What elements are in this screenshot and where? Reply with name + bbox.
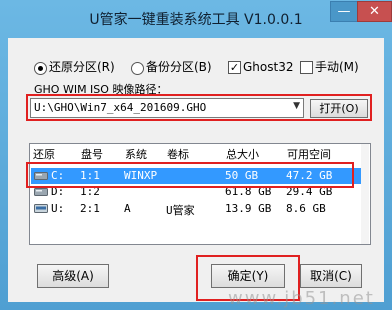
cell-drive: U:: [51, 202, 65, 215]
cell-disk: 2:1: [80, 202, 100, 215]
selected-row-highlight-box: [26, 162, 354, 188]
title-bar[interactable]: U管家一键重装系统工具 V1.0.0.1 — ✕: [0, 0, 392, 36]
path-highlight-box: [26, 94, 372, 121]
cell-free: 8.6 GB: [286, 202, 326, 215]
ghost32-label[interactable]: Ghost32: [243, 59, 293, 75]
column-header-free[interactable]: 可用空间: [287, 146, 331, 162]
table-row[interactable]: U: 2:1 A U管家 13.9 GB 8.6 GB: [31, 201, 369, 217]
column-header-disk[interactable]: 盘号: [81, 146, 103, 162]
column-header-restore[interactable]: 还原: [33, 146, 55, 162]
minimize-button[interactable]: —: [330, 1, 358, 22]
restore-radio[interactable]: [34, 62, 47, 75]
cancel-button[interactable]: 取消(C): [300, 264, 362, 288]
restore-option-label[interactable]: 还原分区(R): [49, 59, 115, 75]
partition-table[interactable]: 还原 盘号 系统 卷标 总大小 可用空间 C: 1:1 WINXP 50 GB …: [29, 143, 371, 245]
cell-label: U管家: [166, 204, 195, 217]
column-header-total[interactable]: 总大小: [226, 146, 259, 162]
manual-label[interactable]: 手动(M): [315, 59, 359, 75]
backup-radio[interactable]: [131, 62, 144, 75]
app-window: U管家一键重装系统工具 V1.0.0.1 — ✕ 还原分区(R) 备份分区(B)…: [0, 0, 392, 310]
cell-system: A: [124, 202, 131, 215]
watermark: www.jb51.net: [228, 288, 375, 309]
column-header-label[interactable]: 卷标: [167, 146, 189, 162]
usb-drive-icon: [34, 204, 48, 213]
ghost32-checkbox[interactable]: ✓: [228, 61, 241, 74]
table-scrollbar[interactable]: [361, 144, 369, 244]
manual-checkbox[interactable]: [300, 61, 313, 74]
column-header-system[interactable]: 系统: [125, 146, 147, 162]
cell-total: 13.9 GB: [225, 202, 272, 215]
backup-option-label[interactable]: 备份分区(B): [146, 59, 212, 75]
advanced-button[interactable]: 高级(A): [37, 264, 109, 288]
close-button[interactable]: ✕: [357, 1, 392, 22]
